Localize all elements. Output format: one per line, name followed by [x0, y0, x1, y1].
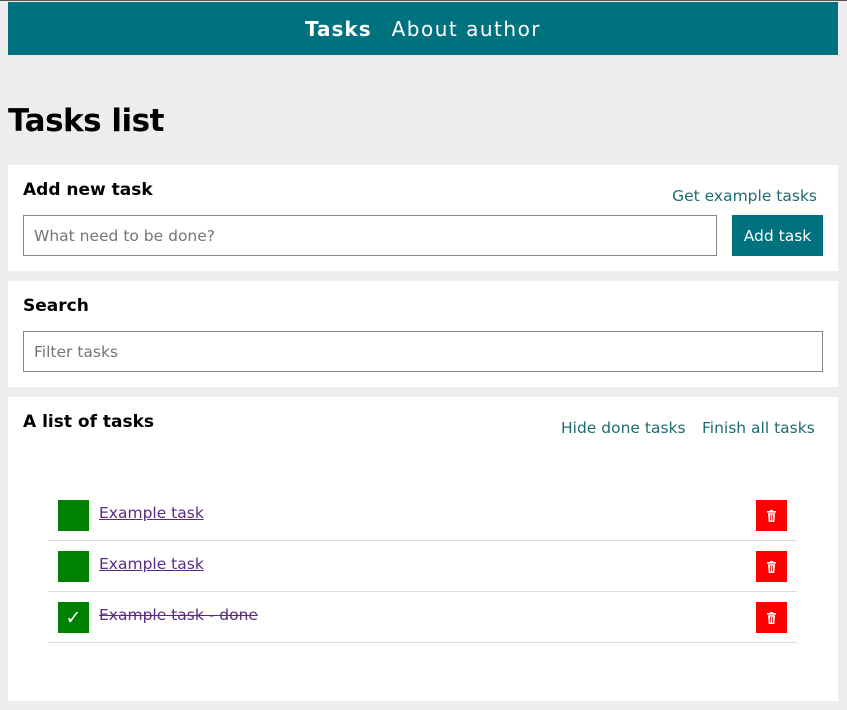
delete-task-button[interactable]: [756, 500, 787, 531]
trash-icon: [767, 509, 776, 522]
task-name-link[interactable]: Example task: [99, 555, 204, 573]
finish-all-tasks-link[interactable]: Finish all tasks: [702, 419, 815, 437]
toggle-done-checkbox[interactable]: ✓: [58, 602, 89, 633]
get-example-tasks-link[interactable]: Get example tasks: [672, 187, 817, 205]
new-task-input[interactable]: [23, 215, 717, 256]
search-heading: Search: [23, 296, 89, 316]
task-row: Example task: [48, 490, 797, 541]
task-name-link[interactable]: Example task - done: [99, 606, 258, 624]
delete-task-button[interactable]: [756, 551, 787, 582]
hide-done-tasks-link[interactable]: Hide done tasks: [561, 419, 686, 437]
delete-task-button[interactable]: [756, 602, 787, 633]
toggle-done-checkbox[interactable]: [58, 500, 89, 531]
task-name-link[interactable]: Example task: [99, 504, 204, 522]
task-row: ✓ Example task - done: [48, 592, 797, 643]
trash-icon: [767, 560, 776, 573]
add-task-heading: Add new task: [23, 180, 153, 200]
filter-tasks-input[interactable]: [23, 331, 823, 372]
toggle-done-checkbox[interactable]: [58, 551, 89, 582]
task-row: Example task: [48, 541, 797, 592]
checkmark-icon: ✓: [65, 606, 82, 629]
task-list-card: A list of tasks Hide done tasks Finish a…: [8, 397, 838, 701]
add-task-card: Add new task Get example tasks Add task: [8, 165, 838, 271]
nav-about-author-link[interactable]: About author: [392, 17, 541, 41]
task-list-heading: A list of tasks: [23, 412, 155, 432]
task-list: Example task Example task ✓ Example task…: [48, 490, 797, 643]
trash-icon: [767, 611, 776, 624]
nav-tasks-link[interactable]: Tasks: [305, 17, 372, 41]
top-nav-bar: Tasks About author: [8, 2, 838, 55]
add-task-button[interactable]: Add task: [732, 215, 823, 256]
page-title: Tasks list: [8, 103, 164, 139]
search-card: Search: [8, 281, 838, 387]
